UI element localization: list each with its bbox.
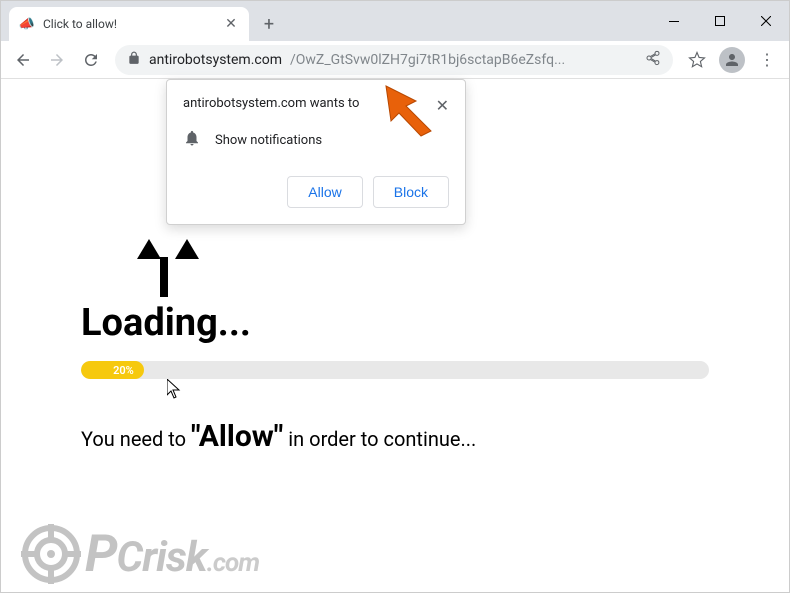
tab-title: Click to allow! xyxy=(43,17,215,31)
url-path: /OwZ_GtSvw0lZH7gi7tR1bj6sctapB6eZsfq... xyxy=(290,52,631,68)
tab-favicon-icon: 📣 xyxy=(19,16,35,32)
block-button[interactable]: Block xyxy=(373,176,449,208)
watermark-brand-rest: Crisk xyxy=(117,533,207,582)
reload-button[interactable] xyxy=(75,44,107,76)
browser-tab[interactable]: 📣 Click to allow! ✕ xyxy=(9,7,249,41)
allow-button[interactable]: Allow xyxy=(287,176,362,208)
menu-button[interactable]: ⋮ xyxy=(751,50,783,69)
profile-avatar[interactable] xyxy=(719,47,745,73)
tab-close-icon[interactable]: ✕ xyxy=(223,16,239,32)
minimize-button[interactable] xyxy=(651,1,697,41)
close-window-button[interactable] xyxy=(743,1,789,41)
instruction-allow-word: "Allow" xyxy=(191,419,283,454)
mouse-cursor-icon xyxy=(167,379,181,403)
lock-icon xyxy=(127,51,141,69)
share-icon[interactable] xyxy=(645,50,661,70)
watermark-brand-p: P xyxy=(85,523,117,584)
address-bar[interactable]: antirobotsystem.com/OwZ_GtSvw0lZH7gi7tR1… xyxy=(115,45,673,75)
progress-bar: 20% xyxy=(81,361,709,379)
instruction-prefix: You need to xyxy=(81,427,191,451)
orange-arrow-annotation xyxy=(381,81,441,145)
up-arrows-graphic xyxy=(137,239,709,259)
popup-message: Show notifications xyxy=(215,133,322,148)
window-controls xyxy=(651,1,789,41)
new-tab-button[interactable]: + xyxy=(255,10,283,38)
forward-button[interactable] xyxy=(41,44,73,76)
instruction-suffix: in order to continue... xyxy=(283,427,476,451)
star-icon[interactable] xyxy=(681,44,713,76)
loading-heading: Loading... xyxy=(81,301,709,345)
watermark-domain: .com xyxy=(207,548,260,578)
bell-icon xyxy=(183,129,201,152)
maximize-button[interactable] xyxy=(697,1,743,41)
instruction-text: You need to "Allow" in order to continue… xyxy=(81,419,709,454)
browser-toolbar: antirobotsystem.com/OwZ_GtSvw0lZH7gi7tR1… xyxy=(1,41,789,79)
url-domain: antirobotsystem.com xyxy=(149,52,282,68)
progress-fill: 20% xyxy=(81,361,144,379)
target-icon xyxy=(21,524,81,584)
popup-site-text: antirobotsystem.com wants to xyxy=(183,96,359,111)
arrow-stem xyxy=(160,257,168,297)
watermark: PCrisk.com xyxy=(21,523,259,584)
back-button[interactable] xyxy=(7,44,39,76)
progress-percent: 20% xyxy=(113,364,134,377)
